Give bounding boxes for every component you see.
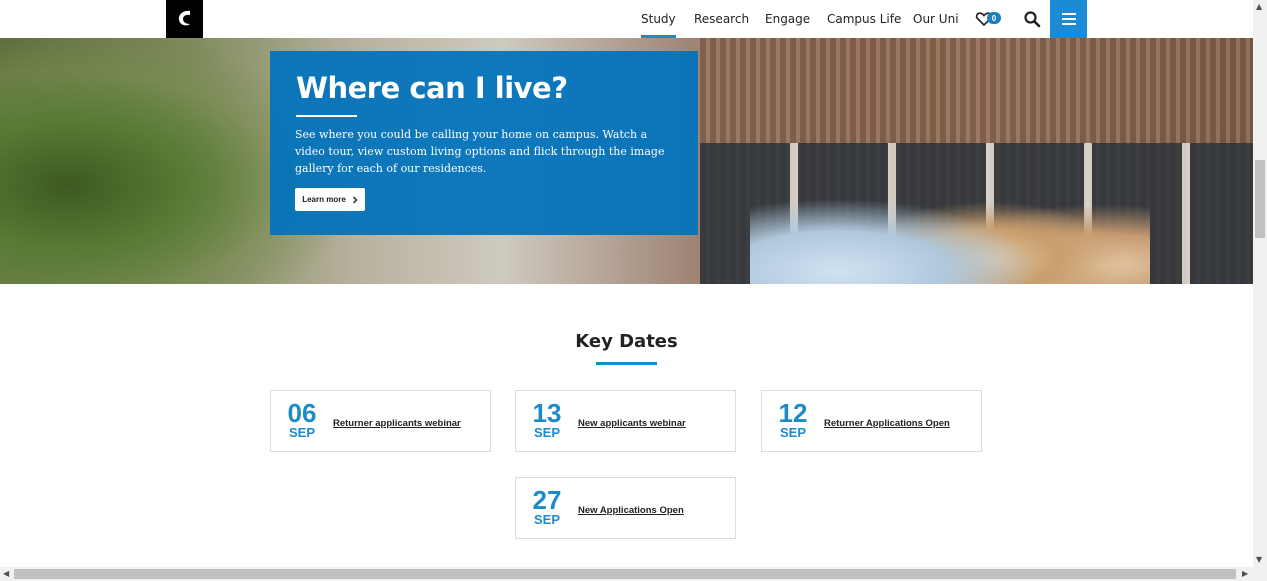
nav-campus-life[interactable]: Campus Life	[827, 0, 901, 38]
key-date-card[interactable]: 06 SEP Returner applicants webinar	[270, 390, 491, 452]
hamburger-menu-icon	[1061, 13, 1076, 25]
date-day: 27	[532, 485, 562, 515]
key-date-link[interactable]: Returner Applications Open	[824, 418, 950, 429]
hero-title: Where can I live?	[296, 71, 568, 105]
date-day: 13	[532, 398, 562, 428]
scroll-down-arrow-icon[interactable]: ▼	[1256, 555, 1262, 564]
site-header: Study Research Engage Campus Life Our Un…	[0, 0, 1253, 38]
key-dates-underline	[596, 362, 657, 365]
key-date-card[interactable]: 13 SEP New applicants webinar	[515, 390, 736, 452]
date-month: SEP	[779, 425, 806, 440]
key-date-link[interactable]: New applicants webinar	[578, 418, 686, 429]
date-month: SEP	[288, 425, 315, 440]
scroll-right-arrow-icon[interactable]: ▶	[1242, 569, 1248, 578]
date-day: 06	[287, 398, 317, 428]
search-icon	[1024, 11, 1041, 28]
menu-button[interactable]	[1050, 0, 1087, 38]
hero-background-students	[750, 158, 1150, 284]
nav-research[interactable]: Research	[694, 0, 749, 38]
date-month: SEP	[533, 512, 560, 527]
hero-description: See where you could be calling your home…	[295, 128, 665, 175]
nav-engage[interactable]: Engage	[765, 0, 810, 38]
key-date-link[interactable]: New Applications Open	[578, 505, 684, 516]
scroll-up-arrow-icon[interactable]: ▲	[1256, 2, 1262, 11]
learn-more-button[interactable]: Learn more	[295, 188, 365, 211]
horizontal-scrollbar-thumb[interactable]	[14, 569, 1236, 579]
key-dates-title: Key Dates	[575, 331, 678, 352]
scroll-left-arrow-icon[interactable]: ◀	[3, 569, 9, 578]
date-day: 12	[778, 398, 808, 428]
hero-card: Where can I live? See where you could be…	[270, 51, 698, 235]
key-date-link[interactable]: Returner applicants webinar	[333, 418, 461, 429]
vertical-scrollbar-thumb[interactable]	[1255, 160, 1265, 238]
key-date-card[interactable]: 27 SEP New Applications Open	[515, 477, 736, 539]
university-logo-icon[interactable]	[166, 0, 203, 38]
key-date-card[interactable]: 12 SEP Returner Applications Open	[761, 390, 982, 452]
favourites-count-badge: 0	[987, 12, 1001, 24]
nav-our-uni[interactable]: Our Uni	[913, 0, 959, 38]
chevron-right-icon	[352, 196, 358, 203]
hero-title-underline	[296, 115, 357, 117]
vertical-scrollbar[interactable]	[1253, 0, 1267, 567]
search-button[interactable]	[1023, 10, 1041, 28]
date-month: SEP	[533, 425, 560, 440]
nav-study[interactable]: Study	[641, 0, 676, 38]
learn-more-label: Learn more	[302, 195, 346, 204]
